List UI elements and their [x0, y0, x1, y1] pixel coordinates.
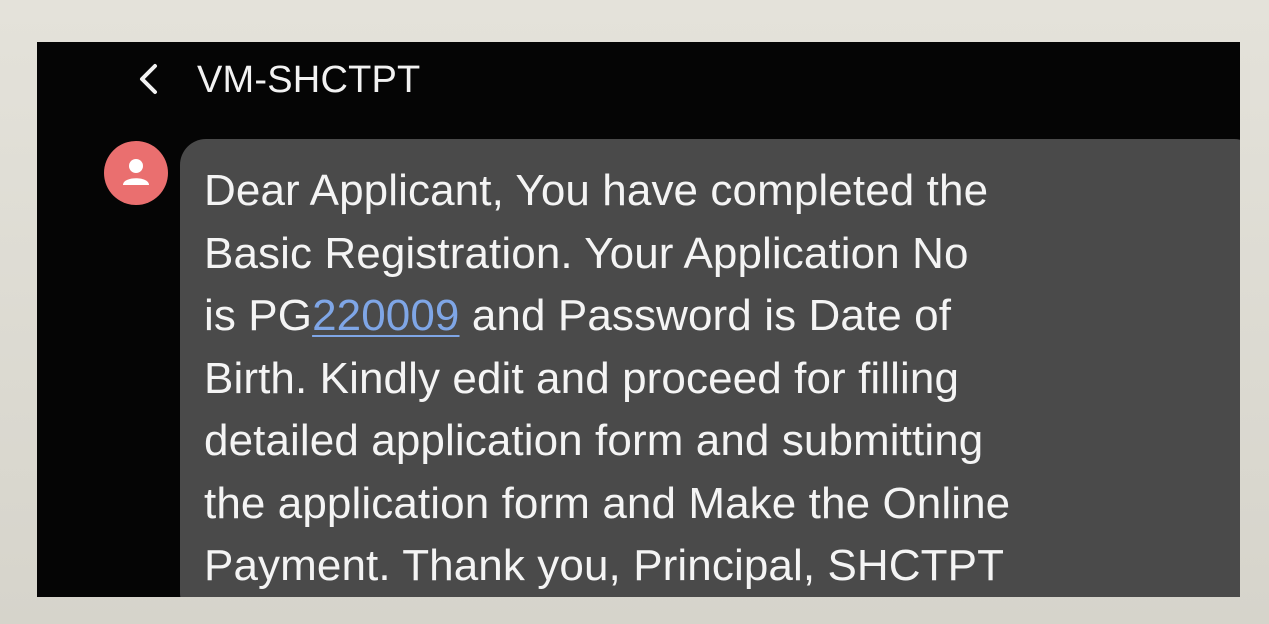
message-line: Birth. Kindly edit and proceed for filli… [204, 353, 960, 403]
conversation-screen: VM-SHCTPT Dear Applicant, You have compl… [37, 42, 1240, 597]
contact-name: VM-SHCTPT [197, 59, 421, 101]
message-text: Dear Applicant, You have completed the B… [204, 160, 1204, 597]
person-icon [123, 159, 149, 185]
back-button[interactable] [129, 56, 169, 102]
message-line: is PG220009 and Password is Date of [204, 285, 1204, 348]
conversation-header: VM-SHCTPT [37, 42, 1240, 122]
message-line: Basic Registration. Your Application No [204, 228, 969, 278]
avatar[interactable] [104, 141, 168, 205]
message-line: detailed application form and submitting [204, 416, 984, 465]
application-number-link[interactable]: 220009 [312, 291, 459, 340]
chevron-left-icon [140, 64, 157, 94]
message-line-suffix: and Password is Date of [459, 291, 952, 340]
device-frame: VM-SHCTPT Dear Applicant, You have compl… [0, 0, 1269, 624]
message-line: the application form and Make the Online [204, 478, 1011, 528]
message-line: Payment. Thank you, Principal, SHCTPT [204, 541, 1005, 590]
message-line: Dear Applicant, You have completed the [204, 166, 989, 215]
message-line-prefix: is PG [204, 291, 313, 340]
